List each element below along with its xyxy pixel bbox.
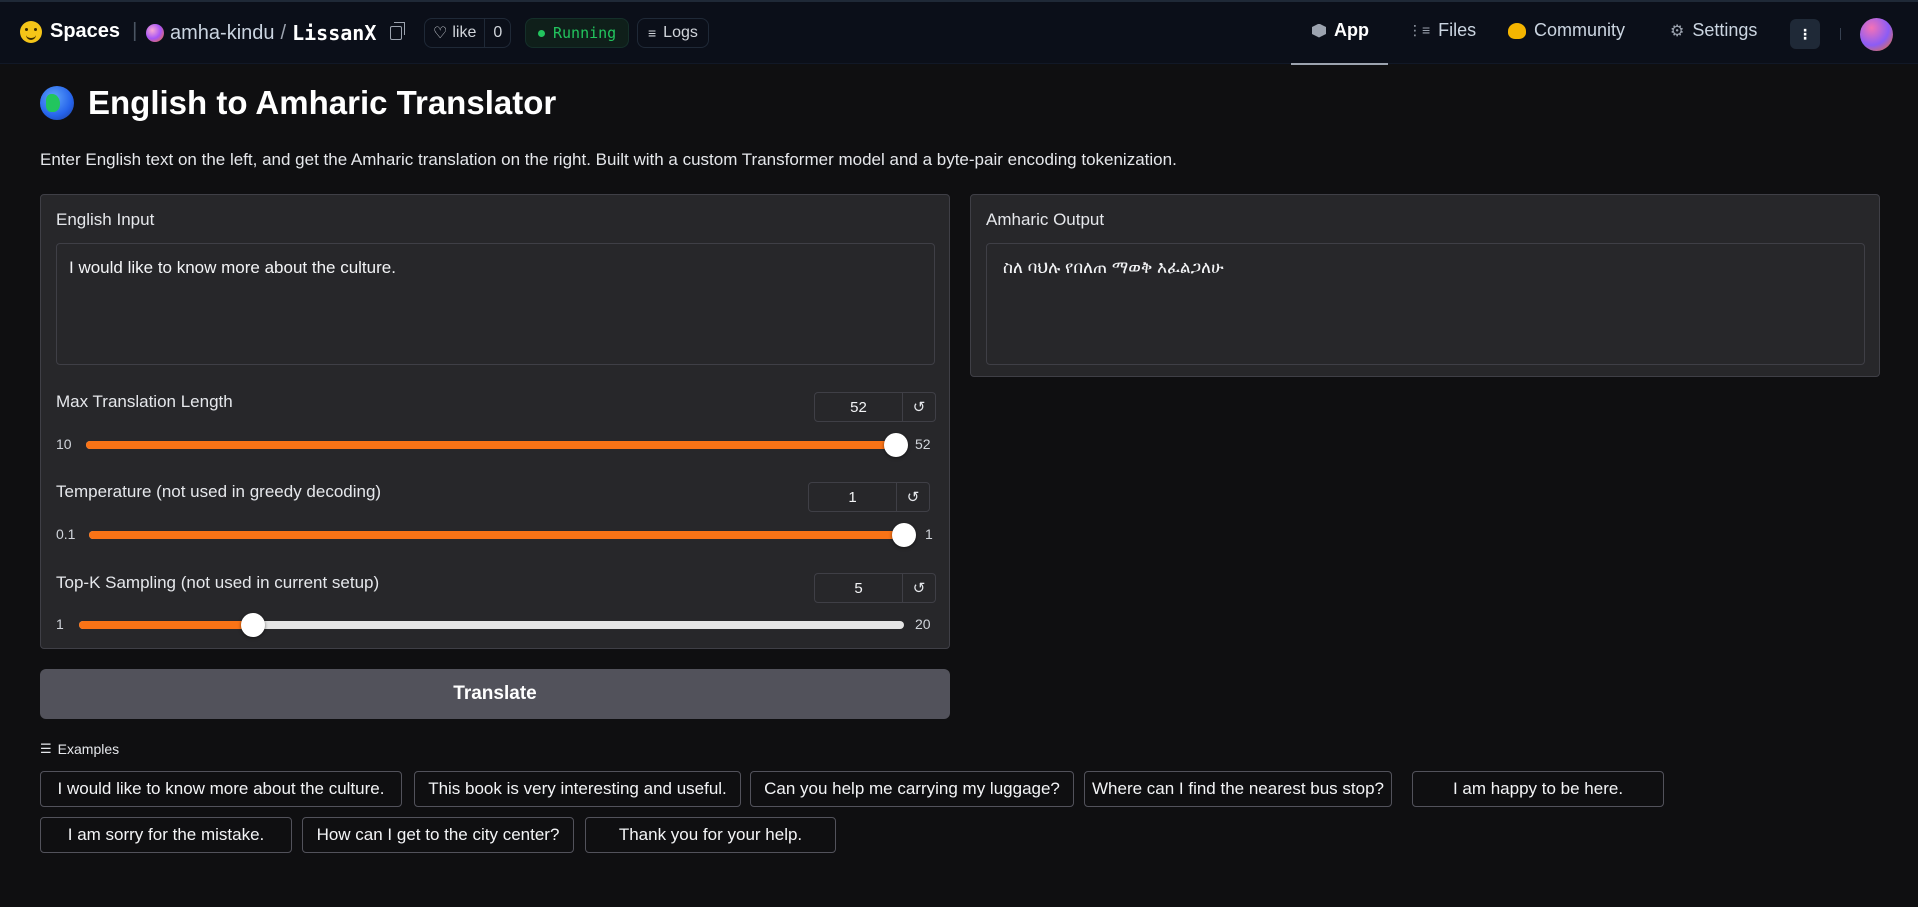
repo-name-link[interactable]: LissanX — [292, 21, 376, 45]
status-text: Running — [553, 24, 617, 42]
hug-icon — [1508, 22, 1526, 39]
slider-thumb[interactable] — [884, 433, 908, 457]
max-length-number-input[interactable]: 52 ↺ — [814, 392, 936, 422]
slider-fill — [89, 531, 904, 539]
examples-heading-text: Examples — [57, 741, 120, 757]
like-label: like — [452, 24, 477, 41]
slider-fill — [86, 441, 896, 449]
more-options-icon[interactable]: ⋮ — [1790, 19, 1820, 49]
logs-label: Logs — [663, 24, 698, 41]
slider-fill — [79, 621, 253, 629]
top-k-label: Top-K Sampling (not used in current setu… — [56, 573, 380, 592]
status-dot-icon — [538, 29, 545, 37]
slider-thumb[interactable] — [892, 523, 916, 547]
divider — [1840, 28, 1841, 40]
page-title-text: English to Amharic Translator — [88, 84, 557, 121]
example-item[interactable]: I would like to know more about the cult… — [40, 771, 402, 807]
brand-label: Spaces — [50, 20, 121, 42]
amharic-output-label: Amharic Output — [986, 210, 1105, 229]
slider-min-label: 0.1 — [56, 526, 76, 542]
like-button[interactable]: ♡ like 0 — [424, 18, 512, 48]
top-bar: Spaces | amha-kindu / LissanX ♡ like 0 Ru… — [0, 0, 1918, 65]
cube-icon — [1312, 23, 1326, 38]
copy-icon[interactable] — [390, 22, 406, 40]
logs-icon: ≡ — [648, 25, 657, 41]
slider-thumb[interactable] — [240, 613, 265, 637]
example-item[interactable]: Can you help me carrying my luggage? — [750, 771, 1074, 807]
repo-breadcrumb: amha-kindu / LissanX — [146, 21, 406, 45]
hugging-face-logo-icon — [20, 20, 42, 43]
top-k-number-input[interactable]: 5 ↺ — [814, 573, 936, 603]
amharic-output-textarea[interactable]: ስለ ባህሉ የበለጠ ማወቅ እፈልጋለሁ — [986, 243, 1865, 365]
divider: | — [132, 20, 138, 42]
example-item[interactable]: This book is very interesting and useful… — [414, 771, 741, 807]
tab-files[interactable]: ⋮≡ Files — [1408, 20, 1476, 41]
tab-app-label: App — [1334, 20, 1369, 40]
example-item[interactable]: Where can I find the nearest bus stop? — [1084, 771, 1392, 807]
tab-community-label: Community — [1534, 20, 1626, 40]
tab-settings[interactable]: ⚙ Settings — [1670, 20, 1757, 41]
reset-icon[interactable]: ↺ — [903, 574, 935, 602]
temperature-number-input[interactable]: 1 ↺ — [808, 482, 930, 512]
output-panel: Amharic Output ስለ ባህሉ የበለጠ ማወቅ እፈልጋለሁ — [970, 194, 1880, 377]
example-item[interactable]: Thank you for your help. — [585, 817, 836, 853]
gear-icon: ⚙ — [1670, 22, 1685, 40]
english-input-textarea[interactable]: I would like to know more about the cult… — [56, 243, 935, 365]
files-icon: ⋮≡ — [1408, 22, 1431, 38]
globe-icon — [40, 86, 74, 120]
top-k-slider[interactable] — [79, 613, 904, 637]
tab-app[interactable]: App — [1312, 20, 1369, 41]
tab-files-label: Files — [1438, 20, 1477, 40]
max-length-label: Max Translation Length — [56, 392, 233, 411]
slider-max-label: 20 — [915, 616, 931, 632]
slider-max-label: 1 — [925, 526, 933, 542]
translate-button[interactable]: Translate — [40, 669, 950, 719]
example-item[interactable]: I am sorry for the mistake. — [40, 817, 292, 853]
reset-icon[interactable]: ↺ — [903, 393, 935, 421]
spaces-brand[interactable]: Spaces | — [20, 20, 141, 43]
like-count: 0 — [493, 24, 503, 41]
owner-avatar — [146, 24, 164, 42]
max-length-slider[interactable] — [86, 433, 908, 457]
slider-max-label: 52 — [915, 436, 931, 452]
temperature-slider[interactable] — [89, 523, 916, 547]
list-icon: ☰ — [40, 741, 52, 756]
english-input-label: English Input — [56, 210, 155, 229]
example-item[interactable]: I am happy to be here. — [1412, 771, 1664, 807]
logs-button[interactable]: ≡ Logs — [637, 18, 709, 48]
active-tab-underline — [1291, 63, 1388, 65]
tab-settings-label: Settings — [1692, 20, 1758, 40]
slider-min-label: 1 — [56, 616, 64, 632]
top-k-value[interactable]: 5 — [815, 574, 903, 602]
page-description: Enter English text on the left, and get … — [40, 150, 1177, 169]
max-length-value[interactable]: 52 — [815, 393, 903, 421]
status-badge[interactable]: Running — [525, 18, 630, 48]
owner-link[interactable]: amha-kindu — [170, 22, 275, 45]
user-avatar[interactable] — [1860, 18, 1893, 51]
page-title: English to Amharic Translator — [40, 84, 556, 122]
example-item[interactable]: How can I get to the city center? — [302, 817, 574, 853]
reset-icon[interactable]: ↺ — [897, 483, 929, 511]
input-panel: English Input I would like to know more … — [40, 194, 950, 649]
breadcrumb-slash: / — [280, 21, 287, 44]
heart-icon: ♡ — [433, 25, 448, 42]
temperature-value[interactable]: 1 — [809, 483, 897, 511]
examples-heading: ☰ Examples — [40, 741, 119, 757]
slider-min-label: 10 — [56, 436, 72, 452]
tab-community[interactable]: Community — [1508, 20, 1625, 41]
temperature-label: Temperature (not used in greedy decoding… — [56, 482, 382, 501]
